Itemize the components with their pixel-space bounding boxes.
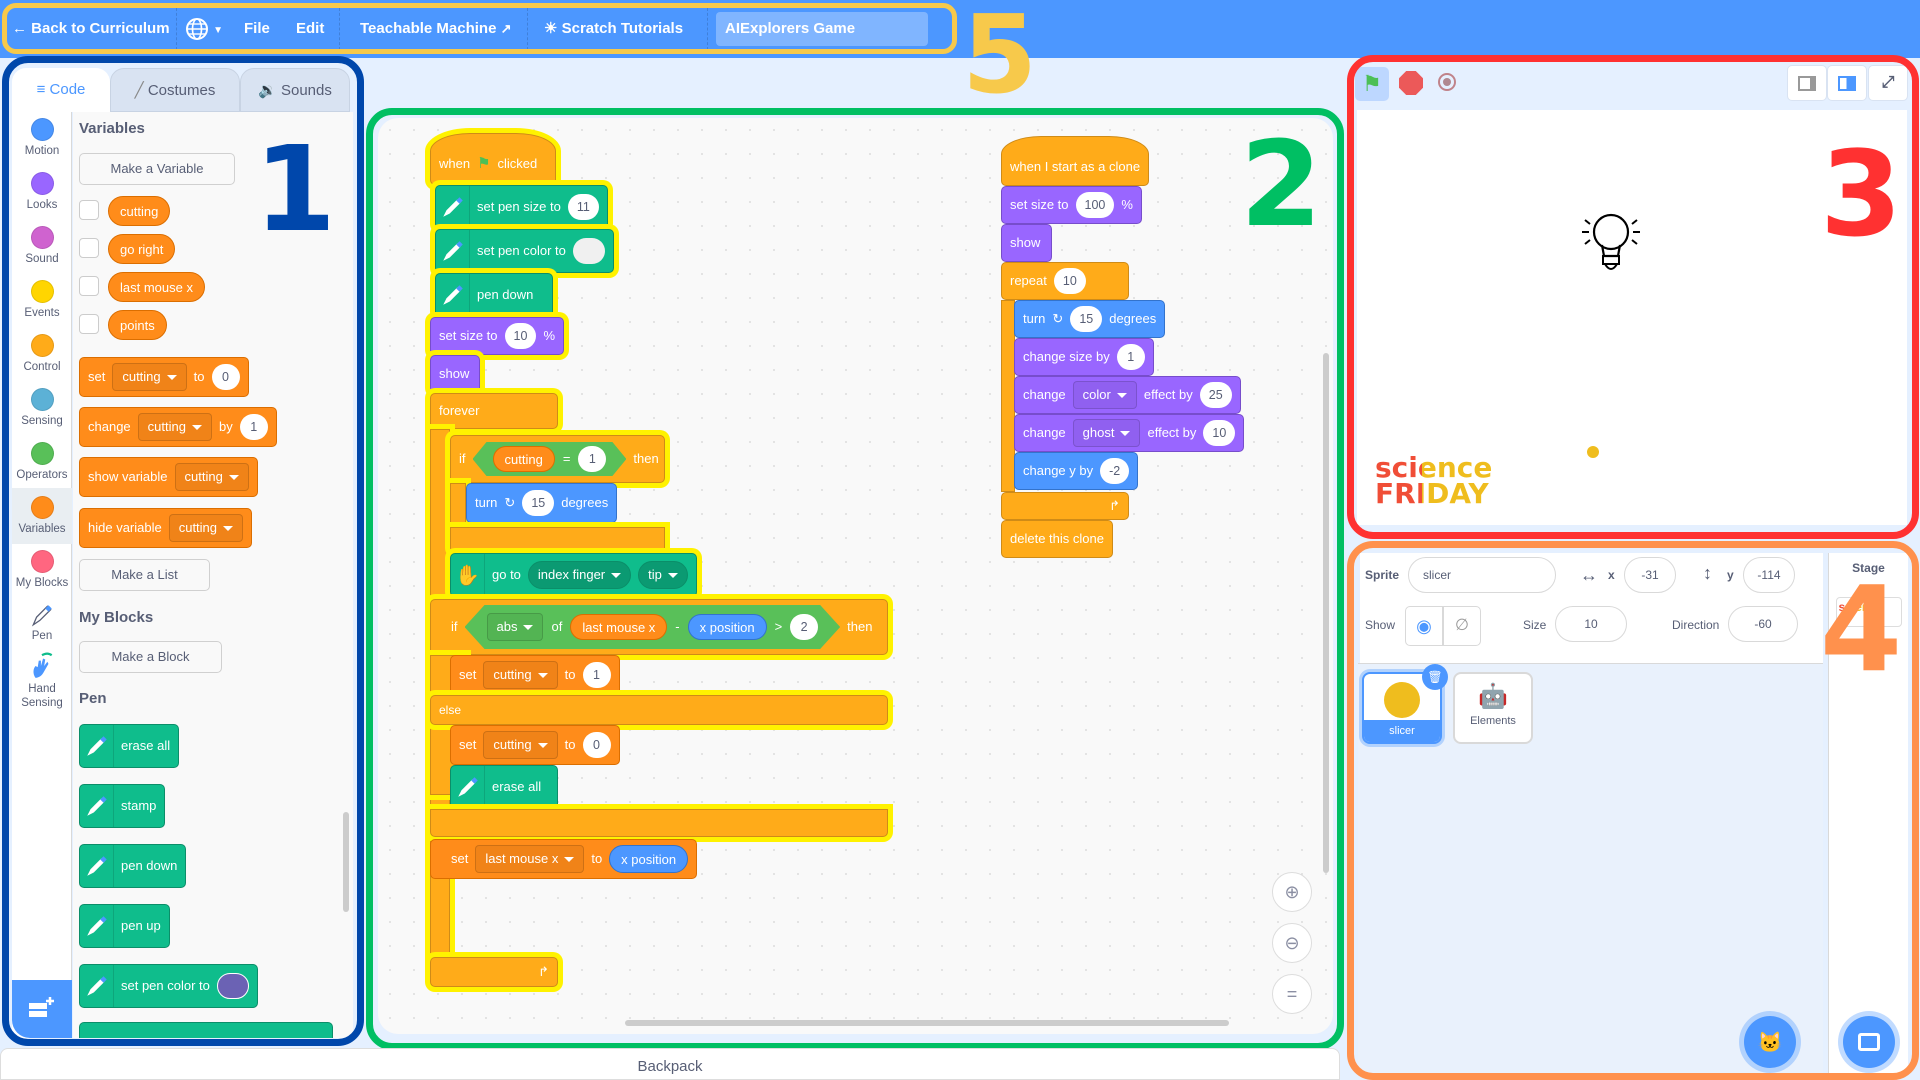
annotation-number-1: 1 [254,120,337,258]
annotation-number-5: 5 [962,0,1038,118]
annotation-box-5 [2,3,957,54]
annotation-number-4: 4 [1820,560,1903,698]
code-icon: ≡ [36,81,50,98]
tab-code-label: Code [49,81,86,98]
annotation-number-3: 3 [1820,125,1903,263]
backpack-header[interactable]: Backpack [0,1048,1340,1080]
scratch-editor: ← Back to Curriculum ▼ File Edit Teachab… [0,0,1920,1080]
tab-code[interactable]: ≡ Code [12,68,110,112]
annotation-box-2 [366,108,1344,1050]
annotation-number-2: 2 [1240,115,1323,253]
